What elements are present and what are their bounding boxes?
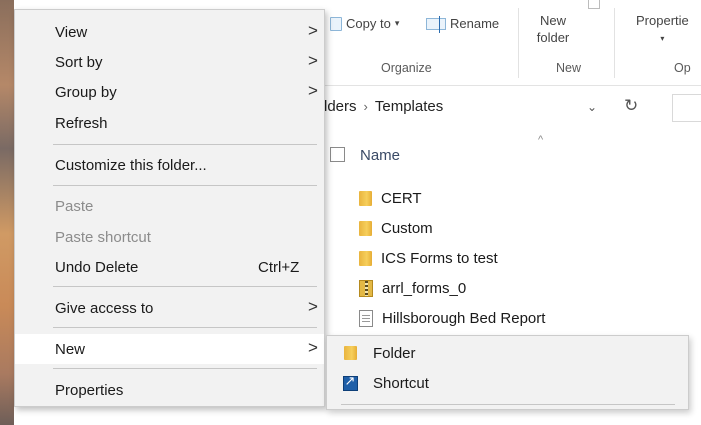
menu-separator <box>53 368 317 369</box>
menu-item-group-by[interactable]: Group by > <box>15 77 324 107</box>
menu-item-label: Paste shortcut <box>55 228 151 246</box>
menu-item-give-access[interactable]: Give access to > <box>15 293 324 323</box>
context-menu: View > Sort by > Group by > Refresh Cust… <box>14 9 325 407</box>
zip-folder-icon <box>359 279 373 297</box>
chevron-right-icon: > <box>308 21 318 40</box>
document-icon <box>359 309 373 327</box>
chevron-right-icon: > <box>308 338 318 357</box>
search-box[interactable] <box>672 94 701 122</box>
item-name: arrl_forms_0 <box>382 279 467 297</box>
menu-separator <box>53 144 317 145</box>
item-name: ICS Forms to test <box>381 249 498 267</box>
properties-button[interactable]: Propertie ▾ <box>636 12 689 47</box>
submenu-item-label: Folder <box>373 344 416 362</box>
folder-icon <box>343 346 357 360</box>
list-item[interactable]: CERT <box>359 185 422 211</box>
group-label-new: New <box>556 61 582 75</box>
new-folder-button[interactable]: New folder <box>528 12 578 46</box>
submenu-item-label: Shortcut <box>373 374 429 392</box>
menu-item-sort-by[interactable]: Sort by > <box>15 47 324 77</box>
menu-item-label: Paste <box>55 197 94 215</box>
menu-item-view[interactable]: View > <box>15 17 324 47</box>
list-item[interactable]: arrl_forms_0 <box>359 275 466 301</box>
menu-item-label: Group by <box>55 83 117 101</box>
group-label-organize: Organize <box>381 61 432 75</box>
list-item[interactable]: ICS Forms to test <box>359 245 498 271</box>
copy-icon <box>330 16 342 31</box>
new-folder-label-2: folder <box>536 30 570 45</box>
keyboard-shortcut: Ctrl+Z <box>258 259 300 276</box>
breadcrumb-parent[interactable]: lders <box>324 98 357 115</box>
copy-to-caret-icon: ▾ <box>394 18 400 28</box>
icon-slot <box>327 374 373 391</box>
menu-item-undo-delete[interactable]: Undo Delete Ctrl+Z <box>15 252 324 282</box>
name-column-header[interactable]: Name <box>360 147 400 164</box>
chevron-right-icon: > <box>308 81 318 100</box>
menu-item-label: Refresh <box>55 114 108 132</box>
item-name: CERT <box>381 189 422 207</box>
breadcrumb: lders › Templates <box>324 98 443 115</box>
list-item[interactable]: Hillsborough Bed Report <box>359 305 545 331</box>
new-item-icon <box>588 0 600 9</box>
shortcut-icon <box>342 374 358 391</box>
item-name: Hillsborough Bed Report <box>382 309 546 327</box>
menu-item-label: Customize this folder... <box>55 156 207 174</box>
chevron-down-icon[interactable]: ⌄ <box>587 100 597 114</box>
new-submenu: Folder Shortcut <box>326 335 689 410</box>
ribbon-divider <box>518 8 519 78</box>
menu-item-label: Sort by <box>55 53 103 71</box>
menu-separator <box>53 185 317 186</box>
menu-item-label: New <box>55 340 86 358</box>
menu-item-paste[interactable]: Paste <box>15 191 324 221</box>
select-all-checkbox[interactable] <box>330 147 345 162</box>
rename-icon <box>426 15 446 33</box>
new-folder-label-1: New <box>539 13 566 28</box>
menu-item-label: Give access to <box>55 299 154 317</box>
chevron-right-icon: > <box>308 297 318 316</box>
menu-item-label: Properties <box>55 381 124 399</box>
menu-item-customize-folder[interactable]: Customize this folder... <box>15 150 324 180</box>
folder-icon <box>359 250 372 266</box>
rename-button[interactable]: Rename <box>426 15 500 33</box>
sort-ascending-icon: ^ <box>538 134 544 146</box>
folder-icon <box>359 220 372 236</box>
breadcrumb-current[interactable]: Templates <box>375 98 443 115</box>
menu-item-paste-shortcut[interactable]: Paste shortcut <box>15 222 324 252</box>
item-name: Custom <box>381 219 433 237</box>
refresh-icon[interactable]: ↻ <box>624 96 638 116</box>
menu-item-label: View <box>55 23 88 41</box>
properties-caret-icon: ▾ <box>660 34 665 43</box>
menu-item-new[interactable]: New > <box>15 334 324 364</box>
rename-label: Rename <box>450 16 500 31</box>
properties-label: Propertie <box>636 13 689 28</box>
icon-slot <box>327 346 373 360</box>
menu-separator <box>341 404 675 405</box>
desktop-wallpaper <box>0 0 14 425</box>
submenu-item-folder[interactable]: Folder <box>327 338 688 368</box>
folder-icon <box>359 190 372 206</box>
submenu-item-shortcut[interactable]: Shortcut <box>327 368 688 398</box>
copy-to-button[interactable]: Copy to ▾ <box>330 16 399 31</box>
ribbon-divider <box>614 8 615 78</box>
copy-to-label: Copy to <box>346 16 391 31</box>
breadcrumb-separator-icon[interactable]: › <box>364 99 368 114</box>
menu-separator <box>53 286 317 287</box>
menu-separator <box>53 327 317 328</box>
list-item[interactable]: Custom <box>359 215 433 241</box>
menu-item-label: Undo Delete <box>55 258 139 276</box>
chevron-right-icon: > <box>308 51 318 70</box>
menu-item-refresh[interactable]: Refresh <box>15 108 324 138</box>
group-label-open: Op <box>674 61 691 75</box>
menu-item-properties[interactable]: Properties <box>15 375 324 405</box>
